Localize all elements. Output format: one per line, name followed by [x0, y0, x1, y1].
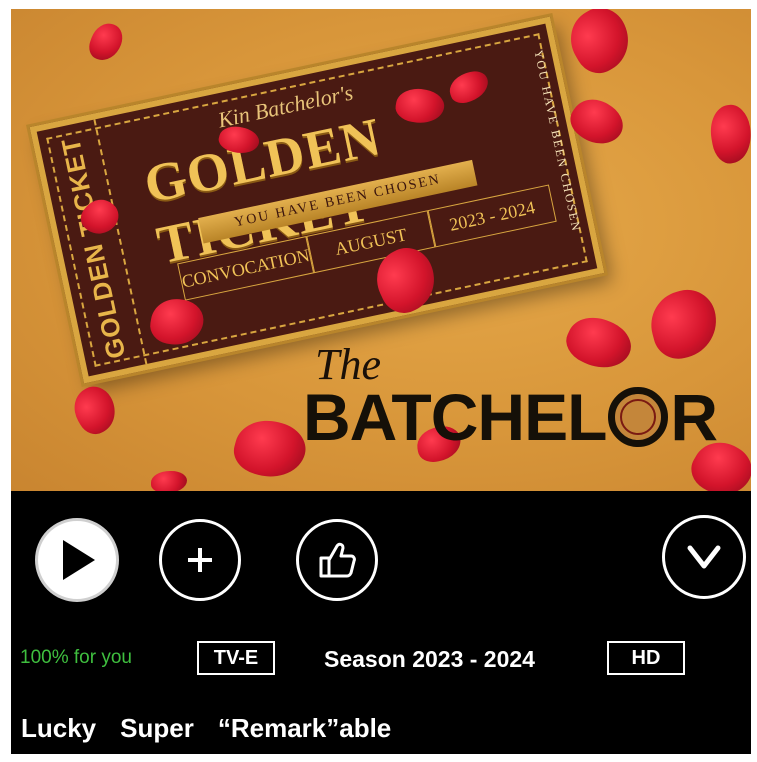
play-icon [63, 540, 95, 580]
title-detail-card: GOLDEN TICKET Kin Batchelor's GOLDEN TIC… [11, 9, 751, 754]
genre-tag: Super [120, 713, 194, 743]
rose-petal [559, 9, 641, 82]
chevron-down-icon [687, 545, 721, 569]
show-logo-text-end: R [670, 380, 718, 454]
title-metadata: 100% for you TV-E Season 2023 - 2024 HD [11, 641, 751, 677]
season-label: Season 2023 - 2024 [324, 646, 535, 672]
match-score: 100% for you [20, 647, 132, 668]
genre-tag: “Remark”able [217, 713, 392, 743]
play-button[interactable] [35, 518, 119, 602]
rose-petal [228, 412, 312, 486]
plus-icon [188, 548, 212, 572]
genre-tags: Lucky Super “Remark”able [21, 713, 391, 744]
show-logo-wordmark: BATCHEL R [303, 379, 718, 455]
genre-tag: Lucky [21, 713, 97, 743]
rose-petal [66, 380, 124, 440]
hd-badge: HD [607, 641, 685, 675]
add-to-list-button[interactable] [159, 519, 241, 601]
maturity-rating-badge: TV-E [197, 641, 275, 675]
show-logo-text: BATCHEL [303, 380, 607, 454]
like-button[interactable] [296, 519, 378, 601]
poster-image: GOLDEN TICKET Kin Batchelor's GOLDEN TIC… [11, 9, 751, 491]
rose-petal [151, 471, 187, 491]
rose-petal [85, 19, 127, 65]
rose-petal [559, 307, 639, 379]
rose-petal [643, 283, 725, 365]
thumbs-up-icon [319, 542, 356, 578]
golden-ticket-graphic: GOLDEN TICKET Kin Batchelor's GOLDEN TIC… [29, 16, 605, 384]
action-bar [11, 491, 751, 611]
rose-petal [706, 101, 751, 167]
more-info-button[interactable] [662, 515, 746, 599]
seal-icon [608, 387, 669, 447]
